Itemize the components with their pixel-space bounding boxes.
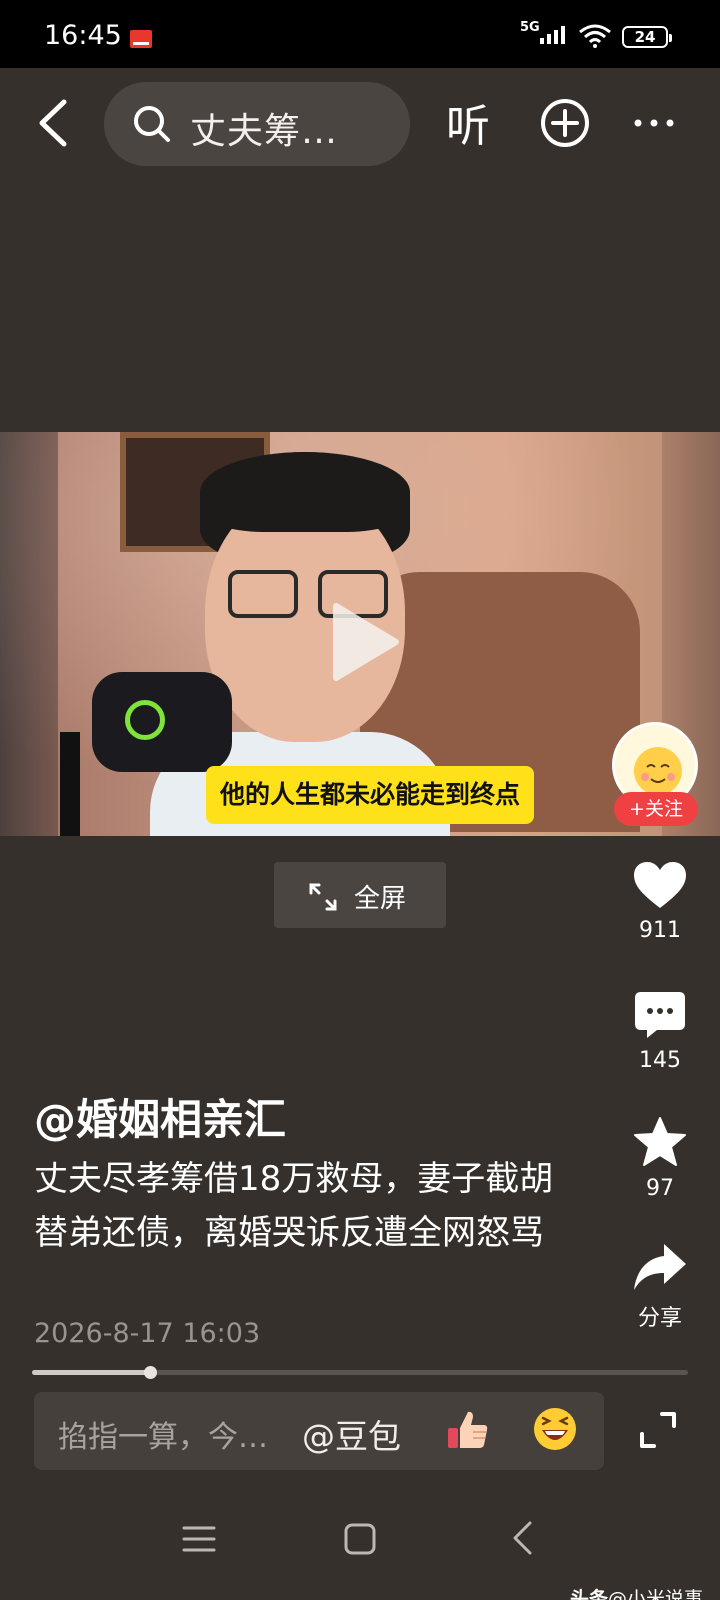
search-query: 丈夫筹… (190, 111, 339, 152)
star-icon (634, 1117, 686, 1166)
author-name[interactable]: @婚姻相亲汇 (34, 1086, 286, 1147)
share-button[interactable]: 分享 (610, 1242, 710, 1332)
comment-placeholder: 掐指一算，今… (58, 1420, 268, 1455)
comment-count: 145 (639, 1048, 681, 1073)
thumbs-up-emoji[interactable] (446, 1408, 490, 1452)
glasses (228, 570, 298, 618)
watermark-handle: @小米说事 (608, 1588, 704, 1600)
status-time: 16:45 (44, 20, 122, 51)
favorite-button[interactable]: 97 (610, 1116, 710, 1201)
video-subtitle: 他的人生都未必能走到终点 (206, 766, 535, 824)
doubao-mention[interactable]: @豆包 (302, 1410, 401, 1458)
wifi-icon (579, 24, 611, 48)
comment-input[interactable]: 掐指一算，今… @豆包 (34, 1392, 604, 1470)
like-button[interactable]: 911 (610, 860, 710, 943)
battery-indicator: 24 (622, 26, 672, 48)
fullscreen-button[interactable]: 全屏 (274, 862, 446, 928)
fullscreen-label: 全屏 (354, 884, 407, 914)
video-progress-fill (32, 1370, 151, 1375)
play-icon[interactable] (330, 602, 400, 682)
back-chevron-icon[interactable] (510, 1520, 534, 1556)
more-dots-icon[interactable] (632, 108, 676, 138)
follow-button[interactable]: +关注 (614, 792, 698, 826)
comment-bubble-icon (635, 992, 685, 1038)
search-icon (134, 106, 170, 142)
status-bar: 16:45 5G 24 (0, 0, 720, 68)
watermark: 头条@小米说事 (570, 1584, 703, 1600)
video-progress-knob[interactable] (144, 1366, 158, 1379)
network-type: 5G (520, 20, 540, 35)
signal-icon (540, 26, 565, 44)
back-arrow-icon[interactable] (30, 96, 80, 150)
post-description: 丈夫尽孝筹借18万救母，妻子截胡替弟还债，离婚哭诉反遭全网怒骂 (34, 1159, 554, 1253)
fullscreen-corners-icon[interactable] (638, 1410, 678, 1450)
mic-stand (60, 732, 80, 836)
comment-button[interactable]: 145 (610, 990, 710, 1073)
share-label: 分享 (637, 1306, 682, 1331)
listen-button[interactable]: 听 (446, 90, 490, 154)
mic-logo (125, 700, 165, 740)
add-circle-icon[interactable] (540, 98, 590, 148)
watermark-brand: 头条 (570, 1588, 609, 1600)
home-square-icon[interactable] (343, 1522, 377, 1556)
post-date: 2026-8-17 16:03 (34, 1318, 261, 1349)
top-nav: 丈夫筹… 听 (0, 68, 720, 178)
video-player[interactable]: 他的人生都未必能走到终点 (0, 432, 720, 836)
share-arrow-icon (634, 1244, 686, 1290)
heart-icon (634, 862, 686, 908)
menu-icon[interactable] (182, 1522, 216, 1556)
favorite-count: 97 (646, 1176, 674, 1201)
search-bar[interactable]: 丈夫筹… (104, 82, 410, 166)
like-count: 911 (639, 918, 681, 943)
expand-arrows-icon (309, 883, 337, 911)
laughing-emoji[interactable] (532, 1406, 578, 1452)
toutiao-notification-icon (130, 30, 152, 48)
